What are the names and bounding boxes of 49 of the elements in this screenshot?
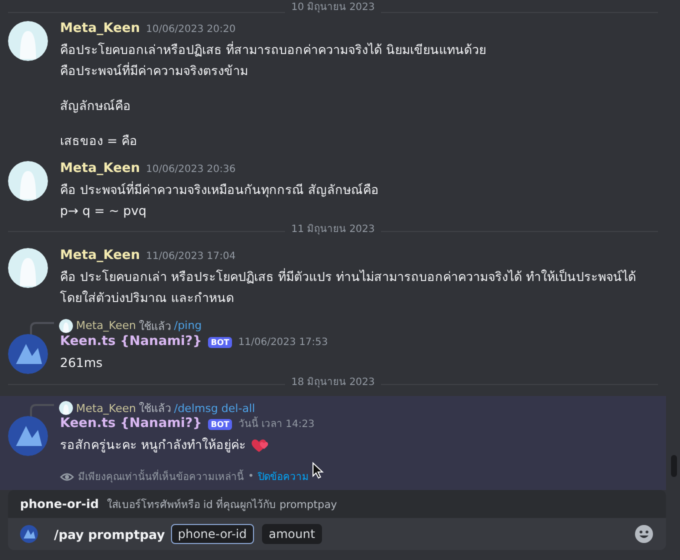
timestamp: 10/06/2023 20:36 <box>146 164 236 175</box>
reply-text: ใช้แล้ว <box>138 401 171 417</box>
timestamp: 11/06/2023 17:53 <box>238 336 328 348</box>
message-text: คือประโยคบอกเล่าหรือปฏิเสธ ที่สามารถบอกค่าความจริงได้ นิยมเขียนแทนด้วย <box>60 40 486 59</box>
message-text: เสธของ = คือ <box>60 132 138 150</box>
eye-icon <box>60 470 74 482</box>
avatar <box>8 334 48 374</box>
ephemeral-note: มีเพียงคุณเท่านั้นที่เห็นข้อความเหล่านี้ <box>78 469 244 484</box>
mouse-cursor-icon <box>312 462 324 479</box>
timestamp: 10/06/2023 20:20 <box>146 24 236 35</box>
scrollbar[interactable] <box>671 455 677 477</box>
reply-text: ใช้แล้ว <box>138 318 171 334</box>
timestamp: วันนี้ เวลา 14:23 <box>238 416 314 431</box>
option-pill[interactable]: phone-or-id <box>170 524 254 544</box>
command-name[interactable]: /delmsg del-all <box>174 402 256 414</box>
dismiss-link[interactable]: ปิดข้อความ <box>258 469 309 484</box>
command-name[interactable]: /ping <box>174 319 202 332</box>
reply-author[interactable]: Meta_Keen <box>76 319 136 332</box>
message-text: คือ ประพจน์ที่มีค่าความจริงเหมือนกันทุกกรณี สัญลักษณ์คือ <box>60 180 379 200</box>
avatar <box>8 416 48 456</box>
message-text: คือประพจน์ที่มีค่าความจริงตรงข้าม <box>60 61 248 80</box>
avatar <box>8 248 48 288</box>
message-text: 261ms <box>60 354 103 372</box>
username[interactable]: Keen.ts {Nanami?} <box>60 416 202 431</box>
avatar <box>59 401 73 415</box>
message-input-field[interactable]: /pay promptpay phone-or-id amount <box>8 518 666 550</box>
username[interactable]: Meta_Keen <box>60 161 140 176</box>
option-description: ใส่เบอร์โทรศัพท์หรือ id ที่คุณผูกไว้กับ promptpay <box>106 496 337 512</box>
option-pill[interactable]: amount <box>262 524 322 544</box>
bot-tag: BOT <box>208 336 232 348</box>
emoji-icon <box>634 524 654 544</box>
avatar <box>8 161 48 201</box>
username[interactable]: Keen.ts {Nanami?} <box>60 334 202 348</box>
option-name: phone-or-id <box>20 497 99 511</box>
message-text: สัญลักษณ์คือ <box>60 97 131 115</box>
message-text: รอสักครู่นะคะ หนูกำลังทำให้อยู่ค่ะ <box>60 436 246 454</box>
bot-tag: BOT <box>208 419 232 430</box>
message-text: p→ q = ~ pvq <box>60 202 146 220</box>
username[interactable]: Meta_Keen <box>60 21 140 36</box>
avatar <box>59 318 73 332</box>
username[interactable]: Meta_Keen <box>60 248 140 262</box>
timestamp: 11/06/2023 17:04 <box>146 250 236 262</box>
message-text: คือ ประโยคบอกเล่า หรือประโยคปฏิเสธ ที่มีตัวแปร ท่านไม่สามารถบอกค่าความจริงได้ ทำให้เป็นประพจน์ได้ โดยใส่ตัวบ่งปริมาณ และกำหนด <box>60 267 637 306</box>
avatar <box>8 21 48 61</box>
command-name: /pay promptpay <box>54 526 165 542</box>
separator-dot: • <box>248 471 254 482</box>
avatar <box>20 525 38 543</box>
reply-author[interactable]: Meta_Keen <box>76 402 136 414</box>
reply-connector <box>30 322 56 338</box>
